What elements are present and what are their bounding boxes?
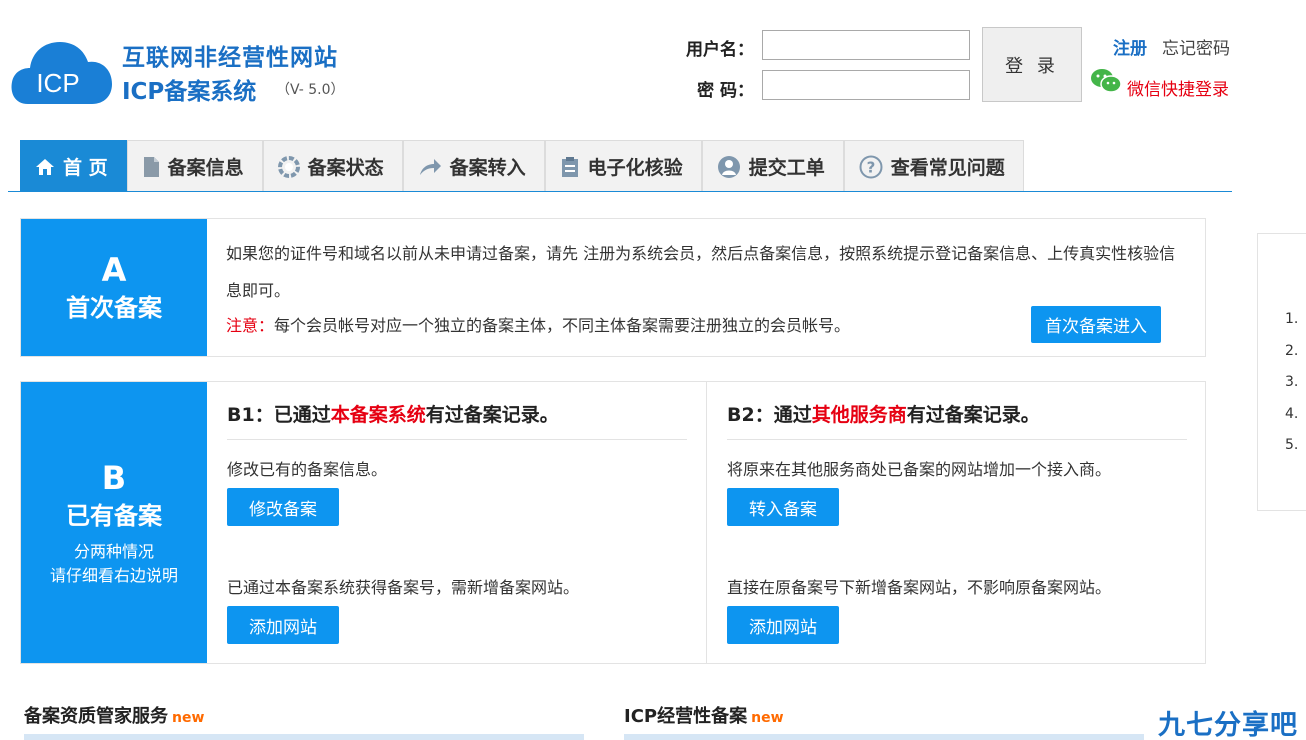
b1-column: B1：已通过本备案系统有过备案记录。 修改已有的备案信息。 修改备案 已通过本备… — [207, 382, 707, 663]
cut-off-text-left — [24, 734, 584, 740]
logo-title-line1: 互联网非经营性网站 — [122, 45, 338, 71]
user-icon — [717, 155, 740, 178]
wechat-icon[interactable] — [1090, 68, 1122, 94]
username-input[interactable] — [762, 30, 970, 60]
watermark: 九七分享吧 — [1158, 710, 1298, 740]
b2-text-add-site: 直接在原备案号下新增备案网站，不影响原备案网站。 — [727, 578, 1112, 597]
nav-label: 首 页 — [63, 157, 108, 179]
cut-off-text-right — [624, 734, 1144, 740]
nav-underline — [8, 191, 1232, 192]
nav-label: 查看常见问题 — [890, 157, 1005, 179]
b2-heading: B2：通过其他服务商有过备案记录。 — [727, 404, 1040, 426]
section-first-filing: A 首次备案 如果您的证件号和域名以前从未申请过备案，请先 注册为系统会员，然后… — [20, 218, 1206, 357]
section-a-description: 如果您的证件号和域名以前从未申请过备案，请先 注册为系统会员，然后点备案信息，按… — [226, 244, 1176, 300]
list-item: 3. — [1285, 374, 1299, 390]
nav-tab-record-info[interactable]: 备案信息 — [126, 140, 263, 192]
transfer-arrow-icon — [419, 158, 441, 175]
b1-divider — [227, 439, 687, 440]
section-a-note: 注意：每个会员帐号对应一个独立的备案主体，不同主体备案需要注册独立的会员帐号。 — [226, 307, 850, 344]
login-button[interactable]: 登 录 — [982, 27, 1082, 102]
nav-label: 电子化核验 — [587, 157, 683, 179]
right-panel-list: 1. 2. 3. 4. 5. — [1285, 304, 1298, 462]
list-item: 5. — [1285, 437, 1299, 453]
main-nav: 首 页 备案信息 备案状态 备案转入 电子化核验 提交工单 ? 查看常见问题 — [20, 140, 1024, 192]
new-badge: new — [172, 710, 205, 726]
status-icon — [277, 155, 300, 178]
new-badge: new — [751, 710, 784, 726]
list-item: 4. — [1285, 405, 1299, 422]
list-item: 1. — [1285, 311, 1299, 327]
svg-text:?: ? — [866, 158, 875, 176]
note-prefix: 注意： — [226, 316, 275, 335]
modify-filing-button[interactable]: 修改备案 — [227, 488, 339, 526]
section-b-sub1: 分两种情况 — [73, 541, 154, 561]
nav-tab-home[interactable]: 首 页 — [20, 140, 127, 192]
nav-label: 备案状态 — [307, 157, 384, 179]
document-icon — [143, 156, 159, 177]
nav-tab-submit-ticket[interactable]: 提交工单 — [701, 140, 844, 192]
register-link[interactable]: 注册 — [1113, 34, 1147, 59]
right-side-panel: 1. 2. 3. 4. 5. — [1257, 233, 1306, 511]
section-a-title: 首次备案 — [66, 293, 162, 322]
b1-text-modify: 修改已有的备案信息。 — [227, 460, 388, 479]
section-b-sub2: 请仔细看右边说明 — [49, 565, 178, 585]
section-a-letter: A — [101, 250, 127, 289]
nav-tab-e-verify[interactable]: 电子化核验 — [544, 140, 702, 192]
version-label: （V- 5.0） — [276, 82, 345, 98]
logo-badge-text: ICP — [36, 68, 79, 98]
list-item: 2. — [1285, 342, 1299, 359]
icp-cloud-logo: ICP — [11, 42, 112, 104]
b1-heading: B1：已通过本备案系统有过备案记录。 — [227, 404, 559, 426]
transfer-filing-button[interactable]: 转入备案 — [727, 488, 839, 526]
b1-text-add-site: 已通过本备案系统获得备案号，需新增备案网站。 — [227, 578, 580, 597]
b2-add-website-button[interactable]: 添加网站 — [727, 606, 839, 644]
icp-commercial-heading[interactable]: ICP经营性备案 new — [624, 702, 784, 728]
section-existing-filing: B 已有备案 分两种情况 请仔细看右边说明 B1：已通过本备案系统有过备案记录。… — [20, 381, 1206, 664]
section-b-letter: B — [101, 458, 127, 497]
b2-column: B2：通过其他服务商有过备案记录。 将原来在其他服务商处已备案的网站增加一个接入… — [707, 382, 1207, 663]
nav-label: 备案信息 — [167, 157, 244, 179]
b2-divider — [727, 439, 1187, 440]
nav-tab-faq[interactable]: ? 查看常见问题 — [843, 140, 1024, 192]
qualification-service-heading[interactable]: 备案资质管家服务 new — [24, 702, 204, 728]
section-b-sidebar: B 已有备案 分两种情况 请仔细看右边说明 — [21, 382, 207, 663]
forgot-password-link[interactable]: 忘记密码 — [1162, 34, 1230, 59]
nav-label: 提交工单 — [748, 157, 825, 179]
password-input[interactable] — [762, 70, 970, 100]
section-a-sidebar: A 首次备案 — [21, 219, 207, 356]
clipboard-icon — [561, 156, 578, 177]
password-label: 密 码： — [697, 81, 754, 101]
logo-title-line2: ICP备案系统 — [122, 79, 257, 105]
nav-label: 备案转入 — [449, 157, 526, 179]
home-icon — [36, 158, 54, 175]
section-b-title: 已有备案 — [66, 501, 162, 530]
b2-text-transfer: 将原来在其他服务商处已备案的网站增加一个接入商。 — [727, 460, 1112, 479]
b1-add-website-button[interactable]: 添加网站 — [227, 606, 339, 644]
question-icon: ? — [859, 155, 883, 178]
wechat-login-link[interactable]: 微信快捷登录 — [1127, 75, 1229, 100]
nav-tab-record-status[interactable]: 备案状态 — [262, 140, 403, 192]
note-text: 每个会员帐号对应一个独立的备案主体，不同主体备案需要注册独立的会员帐号。 — [274, 316, 851, 335]
first-filing-button[interactable]: 首次备案进入 — [1031, 306, 1161, 343]
nav-tab-record-transfer[interactable]: 备案转入 — [402, 140, 545, 192]
username-label: 用户名： — [686, 40, 754, 60]
